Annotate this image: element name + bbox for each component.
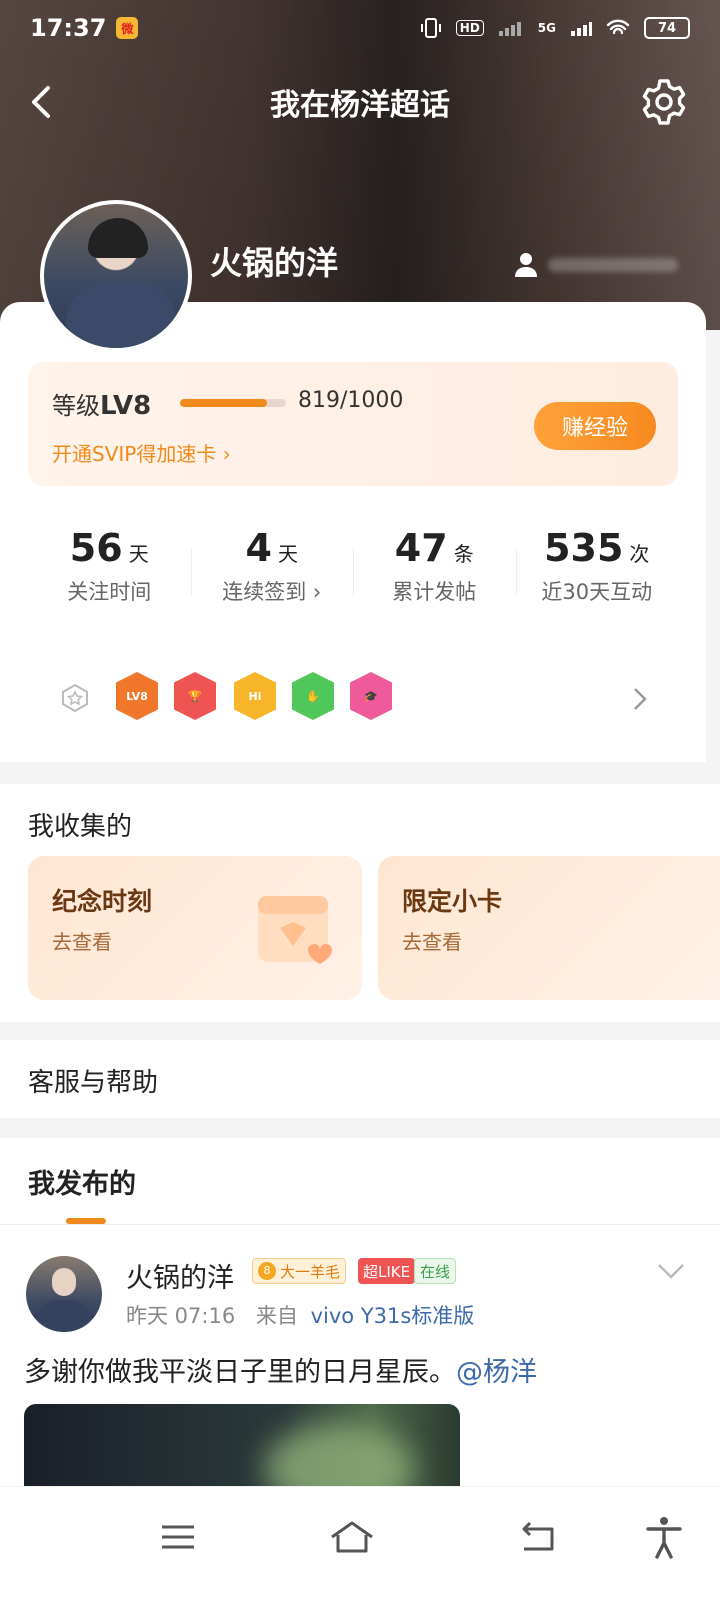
badge-row[interactable]: LV8 🏆 Hi ✋ 🎓 — [28, 650, 678, 748]
calendar-heart-icon — [258, 896, 332, 964]
fan-level-tag: 8 大一羊毛 — [252, 1258, 347, 1284]
weibo-notification-icon: 微 — [116, 17, 139, 39]
post-text: 多谢你做我平淡日子里的日月星辰。@杨洋 — [24, 1350, 537, 1389]
stats-row: 56 天 关注时间 4天 连续签到 › 47 条 累计发帖 535 次 近30天互动 — [28, 506, 678, 630]
signal-icon — [571, 22, 592, 36]
chevron-down-icon[interactable] — [656, 1262, 686, 1280]
online-tag: 在线 — [414, 1258, 457, 1284]
username: 火锅的洋 — [210, 244, 339, 282]
stat-unit: 条 — [453, 542, 474, 566]
help-section[interactable]: 客服与帮助 — [0, 1040, 720, 1118]
status-bar: 17:37 微 HD 5G 74 — [0, 0, 720, 56]
divider — [0, 1224, 720, 1225]
level-progress-bar — [180, 399, 286, 407]
post-body: 多谢你做我平淡日子里的日月星辰。 — [24, 1357, 456, 1388]
stat-interactions: 535 次 近30天互动 — [515, 506, 679, 630]
signal-weak-icon — [498, 22, 521, 36]
collect-card-link: 去查看 — [52, 930, 112, 954]
stat-value: 47 — [394, 526, 448, 570]
post-avatar-head — [52, 1268, 76, 1296]
stat-unit: 天 — [128, 542, 149, 566]
back-icon[interactable] — [24, 82, 64, 122]
post-avatar[interactable] — [26, 1256, 102, 1332]
avatar[interactable] — [40, 200, 192, 352]
post-image-blur — [264, 1424, 414, 1488]
gear-icon[interactable] — [638, 76, 690, 128]
blurred-info — [548, 258, 678, 272]
stat-follow-days: 56 天 关注时间 — [28, 506, 191, 630]
stat-checkin-days[interactable]: 4天 连续签到 › — [190, 506, 354, 630]
level-label: 等级LV8 — [52, 391, 152, 421]
post-avatar-body — [38, 1300, 90, 1332]
hand-medal-icon: ✋ — [292, 672, 334, 720]
chevron-right-icon — [634, 688, 647, 710]
menu-icon[interactable] — [154, 1513, 202, 1561]
collect-card-title: 限定小卡 — [402, 887, 503, 916]
battery-indicator: 74 — [644, 17, 690, 39]
hd-badge: HD — [455, 20, 484, 36]
wifi-icon — [606, 19, 630, 35]
post-time: 昨天 07:16 — [126, 1304, 236, 1328]
home-icon[interactable] — [328, 1513, 376, 1561]
post-author[interactable]: 火锅的洋 — [126, 1256, 234, 1295]
collect-card-title: 纪念时刻 — [52, 887, 153, 916]
level-box: 等级LV8 819/1000 开通SVIP得加速卡 › 赚经验 — [28, 362, 678, 486]
collect-card-cards[interactable]: 限定小卡 去查看 — [378, 856, 720, 1000]
stat-value: 56 — [69, 526, 123, 570]
cap-medal-icon: 🎓 — [350, 672, 392, 720]
post-image[interactable] — [24, 1404, 460, 1488]
post-source-prefix: 来自 — [255, 1304, 298, 1328]
stat-label: 累计发帖 — [392, 580, 477, 604]
stat-unit: 次 — [629, 542, 650, 566]
fan-tag-text: 大一羊毛 — [280, 1262, 341, 1281]
collect-card-link: 去查看 — [402, 930, 462, 954]
stat-label: 关注时间 — [67, 580, 152, 604]
stat-value: 535 — [544, 526, 624, 570]
fan-level-number: 8 — [258, 1262, 276, 1280]
level-value: LV8 — [100, 391, 152, 421]
status-time: 17:37 — [30, 14, 107, 42]
post-meta: 昨天 07:16 来自 vivo Y31s标准版 — [126, 1300, 474, 1330]
tab-my-posts[interactable]: 我发布的 — [28, 1162, 136, 1201]
back-nav-icon[interactable] — [514, 1513, 562, 1561]
level-progress-fill — [180, 399, 267, 407]
stat-label: 近30天互动 — [541, 580, 653, 604]
accessibility-icon[interactable] — [640, 1513, 688, 1561]
level-progress-text: 819/1000 — [298, 388, 404, 413]
user-icon — [515, 253, 537, 277]
collect-card-moments[interactable]: 纪念时刻 去查看 — [28, 856, 362, 1000]
trophy-medal-icon: 🏆 — [174, 672, 216, 720]
lv8-medal-icon: LV8 — [116, 672, 158, 720]
svip-link[interactable]: 开通SVIP得加速卡 › — [52, 438, 231, 467]
like-tag: 超LIKE — [358, 1258, 416, 1284]
system-nav-bar — [0, 1486, 720, 1600]
stat-posts: 47 条 累计发帖 — [353, 506, 516, 630]
post-mention[interactable]: @杨洋 — [456, 1357, 537, 1388]
nav-bar: 我在杨洋超话 — [0, 66, 720, 138]
stat-label: 连续签到 › — [222, 580, 322, 604]
help-label: 客服与帮助 — [28, 1068, 159, 1098]
network-type: 5G — [537, 21, 556, 35]
page-title: 我在杨洋超话 — [270, 88, 450, 123]
earn-exp-button[interactable]: 赚经验 — [534, 402, 656, 450]
status-right: HD 5G 74 — [420, 17, 690, 39]
medal-outline-icon — [62, 683, 88, 713]
hi-medal-icon: Hi — [234, 672, 276, 720]
stat-unit: 天 — [277, 542, 298, 566]
collections-title: 我收集的 — [28, 812, 133, 842]
vibrate-icon — [420, 18, 441, 38]
post-source: vivo Y31s标准版 — [310, 1304, 475, 1328]
stat-value: 4 — [245, 526, 272, 570]
